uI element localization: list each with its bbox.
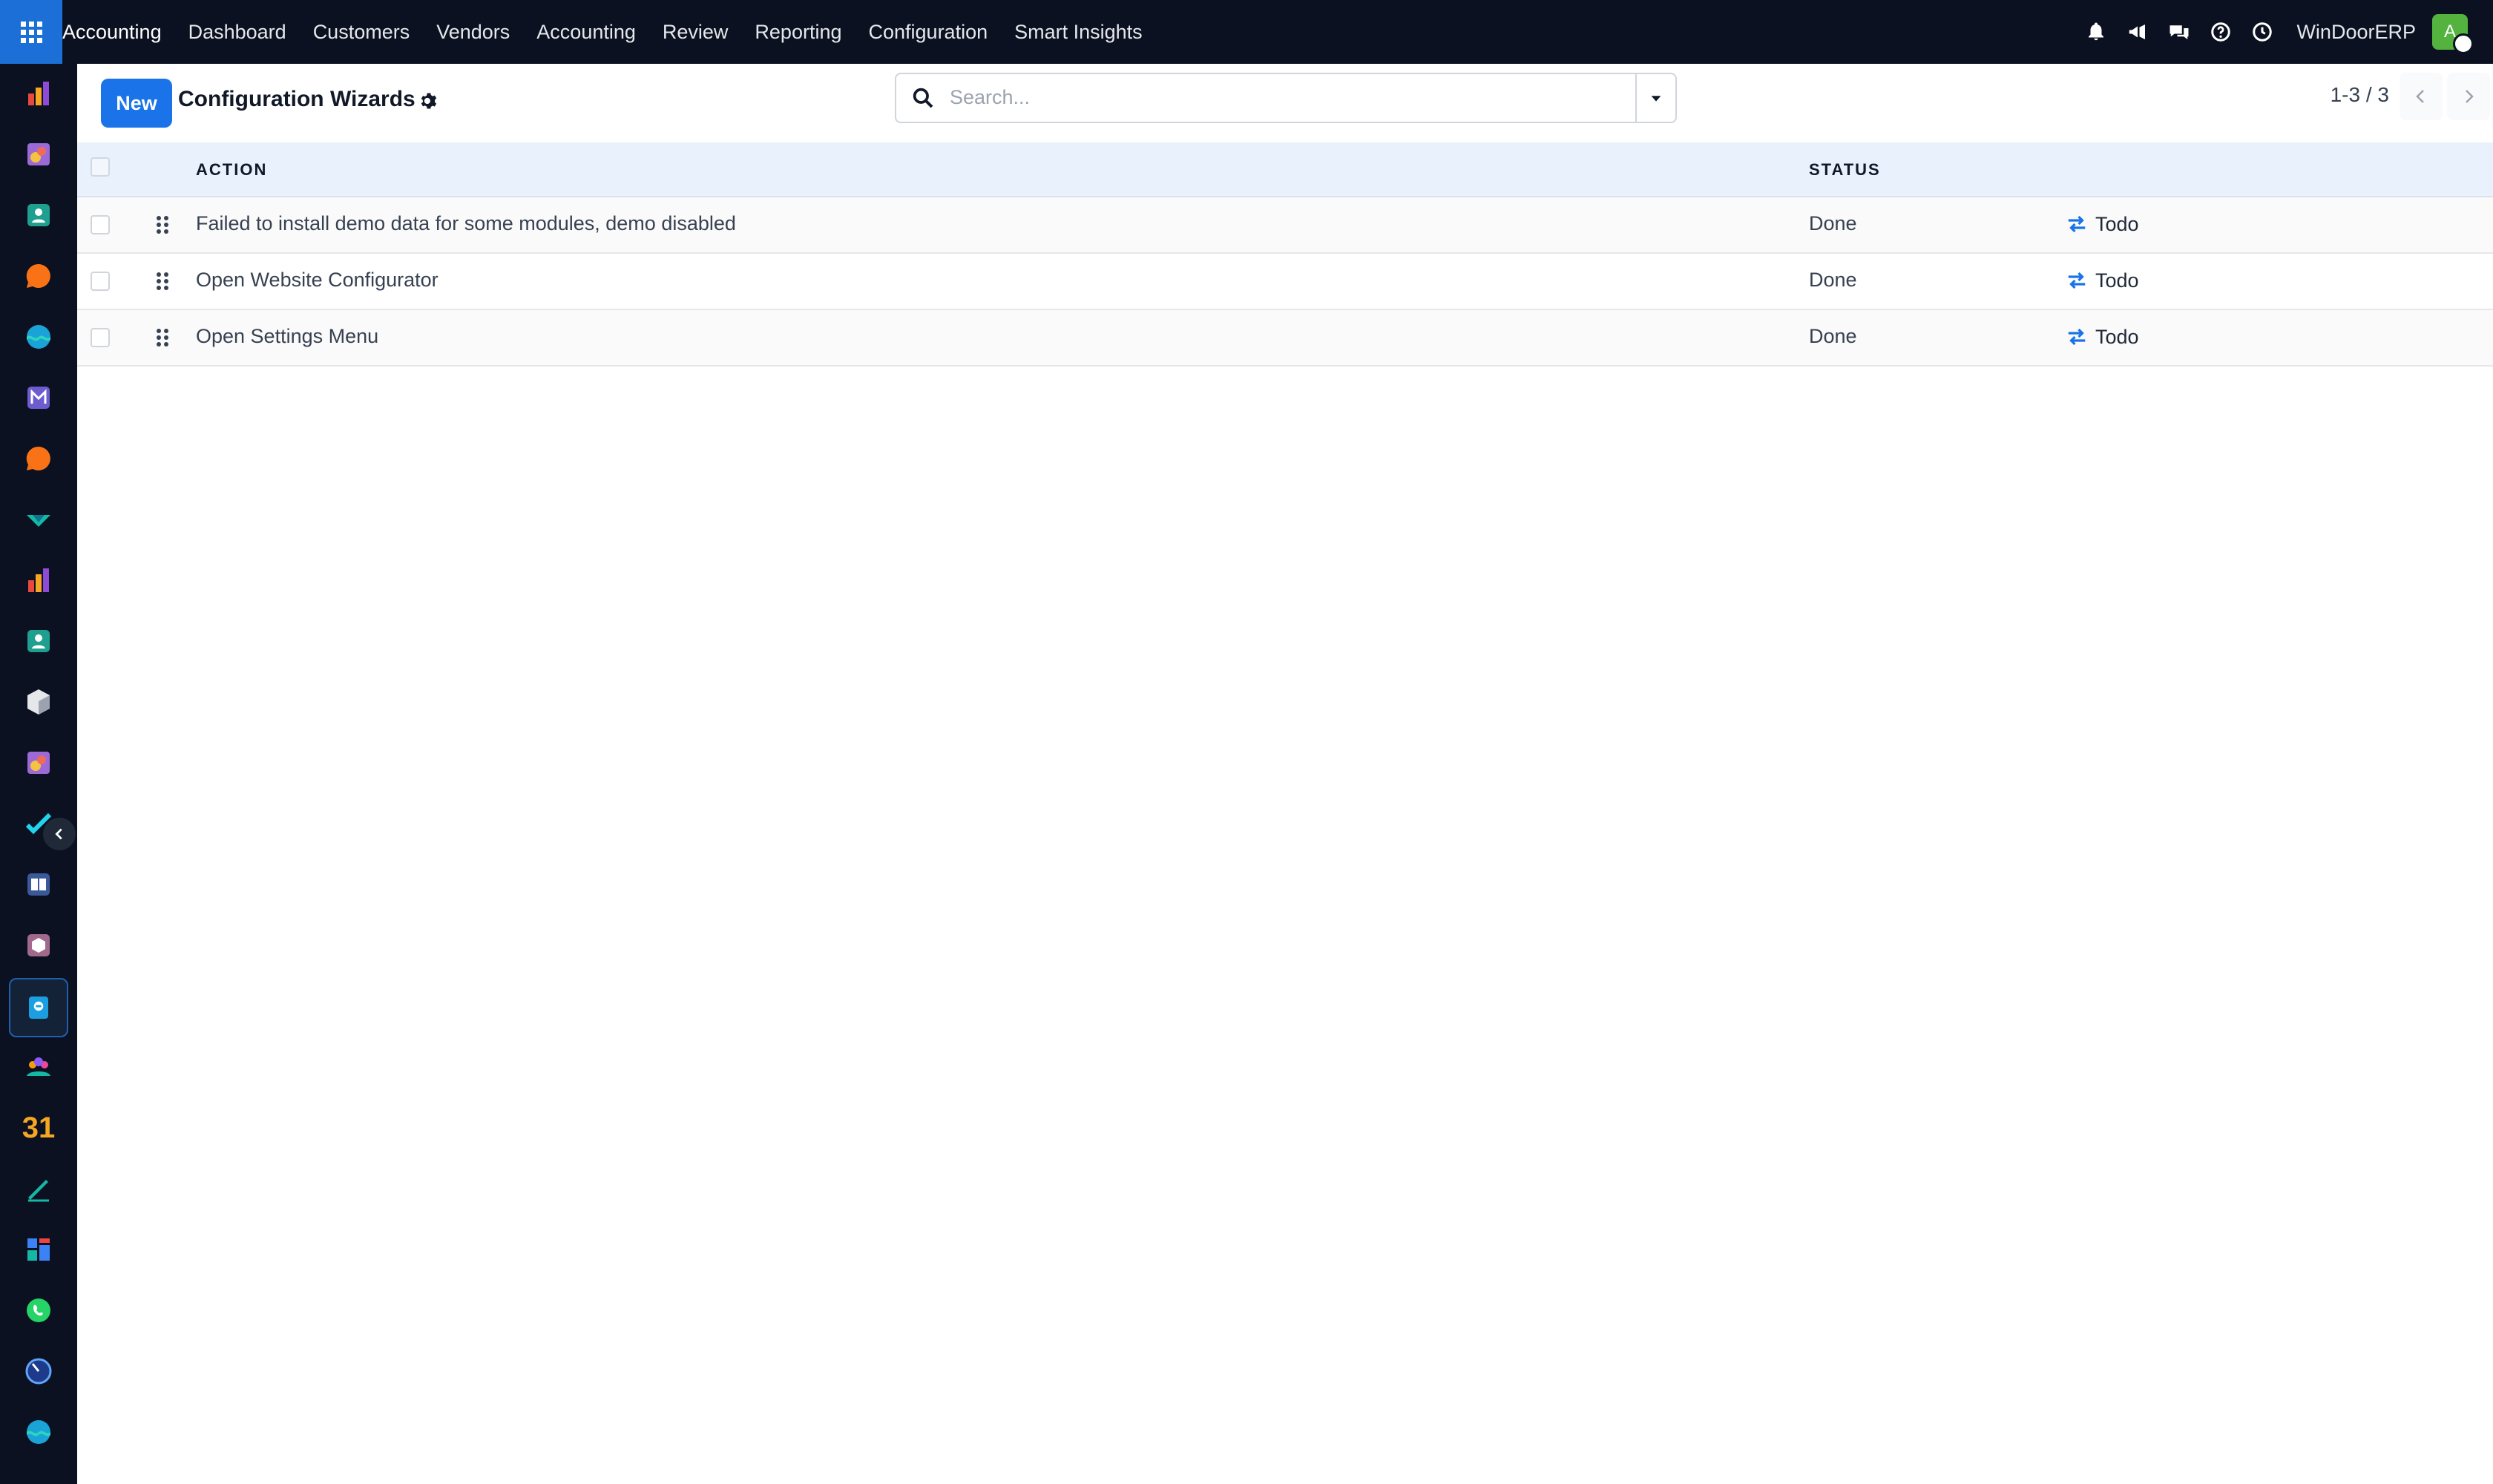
exchange-icon — [2068, 215, 2086, 233]
action-cell: Open Settings Menu — [196, 325, 379, 347]
discuss-app-icon[interactable] — [9, 248, 68, 304]
action-cell: Open Website Configurator — [196, 269, 439, 291]
main-menu: Accounting Dashboard Customers Vendors A… — [62, 0, 1169, 64]
menu-dashboard[interactable]: Dashboard — [188, 21, 286, 44]
action-cell: Failed to install demo data for some mod… — [196, 212, 736, 234]
help-icon[interactable] — [2204, 0, 2237, 64]
mail-app-icon[interactable] — [9, 370, 68, 426]
wave-app-2-icon[interactable] — [9, 1404, 68, 1460]
check-app-icon[interactable] — [9, 491, 68, 548]
stickers-app-icon[interactable] — [9, 126, 68, 183]
todo-button-label: Todo — [2095, 269, 2139, 292]
table-row[interactable]: Open Website Configurator Done Todo — [77, 254, 2493, 310]
drag-handle-icon[interactable] — [154, 326, 171, 349]
cube-app-icon[interactable] — [9, 674, 68, 730]
calendar-day-label: 31 — [22, 1111, 56, 1144]
drag-handle-icon[interactable] — [154, 214, 171, 236]
table-body: Failed to install demo data for some mod… — [77, 197, 2493, 367]
book-app-icon[interactable] — [9, 856, 68, 913]
app-menu-button[interactable] — [0, 0, 62, 64]
menu-smart-insights[interactable]: Smart Insights — [1014, 21, 1143, 44]
table-header: ACTION STATUS — [77, 142, 2493, 197]
exchange-icon — [2068, 328, 2086, 346]
table-row[interactable]: Failed to install demo data for some mod… — [77, 197, 2493, 254]
wave-app-icon[interactable] — [9, 309, 68, 365]
chevron-right-icon — [2466, 90, 2474, 103]
livechat-app-icon[interactable] — [9, 430, 68, 487]
caret-down-icon — [1651, 96, 1661, 102]
control-panel: New Configuration Wizards 1-3 / 3 — [77, 64, 2493, 144]
menu-review[interactable]: Review — [663, 21, 729, 44]
bell-icon[interactable] — [2080, 0, 2112, 64]
bar-chart-app-2-icon[interactable] — [9, 552, 68, 608]
todo-button[interactable]: Todo — [2066, 209, 2139, 239]
menu-vendors[interactable]: Vendors — [436, 21, 510, 44]
column-header-status[interactable]: STATUS — [1809, 160, 1881, 180]
drag-handle-icon[interactable] — [154, 270, 171, 292]
menu-customers[interactable]: Customers — [313, 21, 410, 44]
menu-configuration[interactable]: Configuration — [869, 21, 988, 44]
pager-next-button[interactable] — [2447, 73, 2490, 120]
gear-icon[interactable] — [418, 91, 439, 111]
table-row[interactable]: Open Settings Menu Done Todo — [77, 310, 2493, 367]
menu-reporting[interactable]: Reporting — [755, 21, 841, 44]
team-app-icon[interactable] — [9, 1039, 68, 1095]
contacts-app-2-icon[interactable] — [9, 613, 68, 669]
dashboard-app-icon[interactable] — [9, 1221, 68, 1278]
todo-button-label: Todo — [2095, 325, 2139, 348]
whatsapp-app-icon[interactable] — [9, 1282, 68, 1339]
grid-icon — [20, 21, 42, 43]
new-button[interactable]: New — [101, 79, 172, 128]
search-input[interactable] — [948, 82, 1619, 113]
todo-button-label: Todo — [2095, 212, 2139, 235]
chat-icon[interactable] — [2163, 0, 2195, 64]
pager-value[interactable]: 1-3 / 3 — [2331, 83, 2389, 107]
invoice-app-icon[interactable] — [9, 978, 68, 1037]
search-icon[interactable] — [911, 86, 935, 110]
megaphone-icon[interactable] — [2121, 0, 2154, 64]
exchange-icon — [2068, 272, 2086, 289]
column-header-action[interactable]: ACTION — [196, 160, 267, 180]
search-bar — [895, 73, 1677, 123]
systray: WinDoorERP A — [2080, 0, 2493, 64]
chevron-left-icon — [2416, 90, 2424, 103]
sidebar-collapse-button[interactable] — [43, 818, 76, 850]
stickers-app-2-icon[interactable] — [9, 735, 68, 791]
todo-button[interactable]: Todo — [2066, 266, 2139, 295]
company-name[interactable]: WinDoorERP — [2296, 21, 2416, 44]
menu-brand-accounting[interactable]: Accounting — [62, 21, 162, 44]
row-checkbox[interactable] — [91, 272, 110, 291]
select-all-checkbox[interactable] — [91, 157, 110, 177]
bar-chart-app-icon[interactable] — [9, 65, 68, 122]
top-navbar: Accounting Dashboard Customers Vendors A… — [0, 0, 2493, 64]
pager-previous-button[interactable] — [2400, 73, 2443, 120]
status-cell: Done — [1809, 325, 1857, 347]
todo-button[interactable]: Todo — [2066, 322, 2139, 352]
row-checkbox[interactable] — [91, 215, 110, 234]
calendar-app-icon[interactable]: 31 — [9, 1100, 68, 1156]
row-checkbox[interactable] — [91, 328, 110, 347]
clock-icon[interactable] — [2246, 0, 2279, 64]
search-options-toggle[interactable] — [1635, 74, 1675, 122]
status-cell: Done — [1809, 269, 1857, 291]
timer-app-icon[interactable] — [9, 1343, 68, 1399]
app-sidebar: 31 — [0, 64, 77, 1484]
status-cell: Done — [1809, 212, 1857, 234]
presence-indicator — [2453, 33, 2474, 54]
chevron-left-icon — [55, 828, 62, 840]
page-title: Configuration Wizards — [178, 87, 416, 111]
contacts-app-icon[interactable] — [9, 187, 68, 243]
package-app-icon[interactable] — [9, 917, 68, 974]
sign-app-icon[interactable] — [9, 1160, 68, 1217]
menu-accounting[interactable]: Accounting — [536, 21, 636, 44]
user-avatar[interactable]: A — [2432, 14, 2474, 54]
list-table: ACTION STATUS Failed to install demo dat… — [77, 142, 2493, 367]
